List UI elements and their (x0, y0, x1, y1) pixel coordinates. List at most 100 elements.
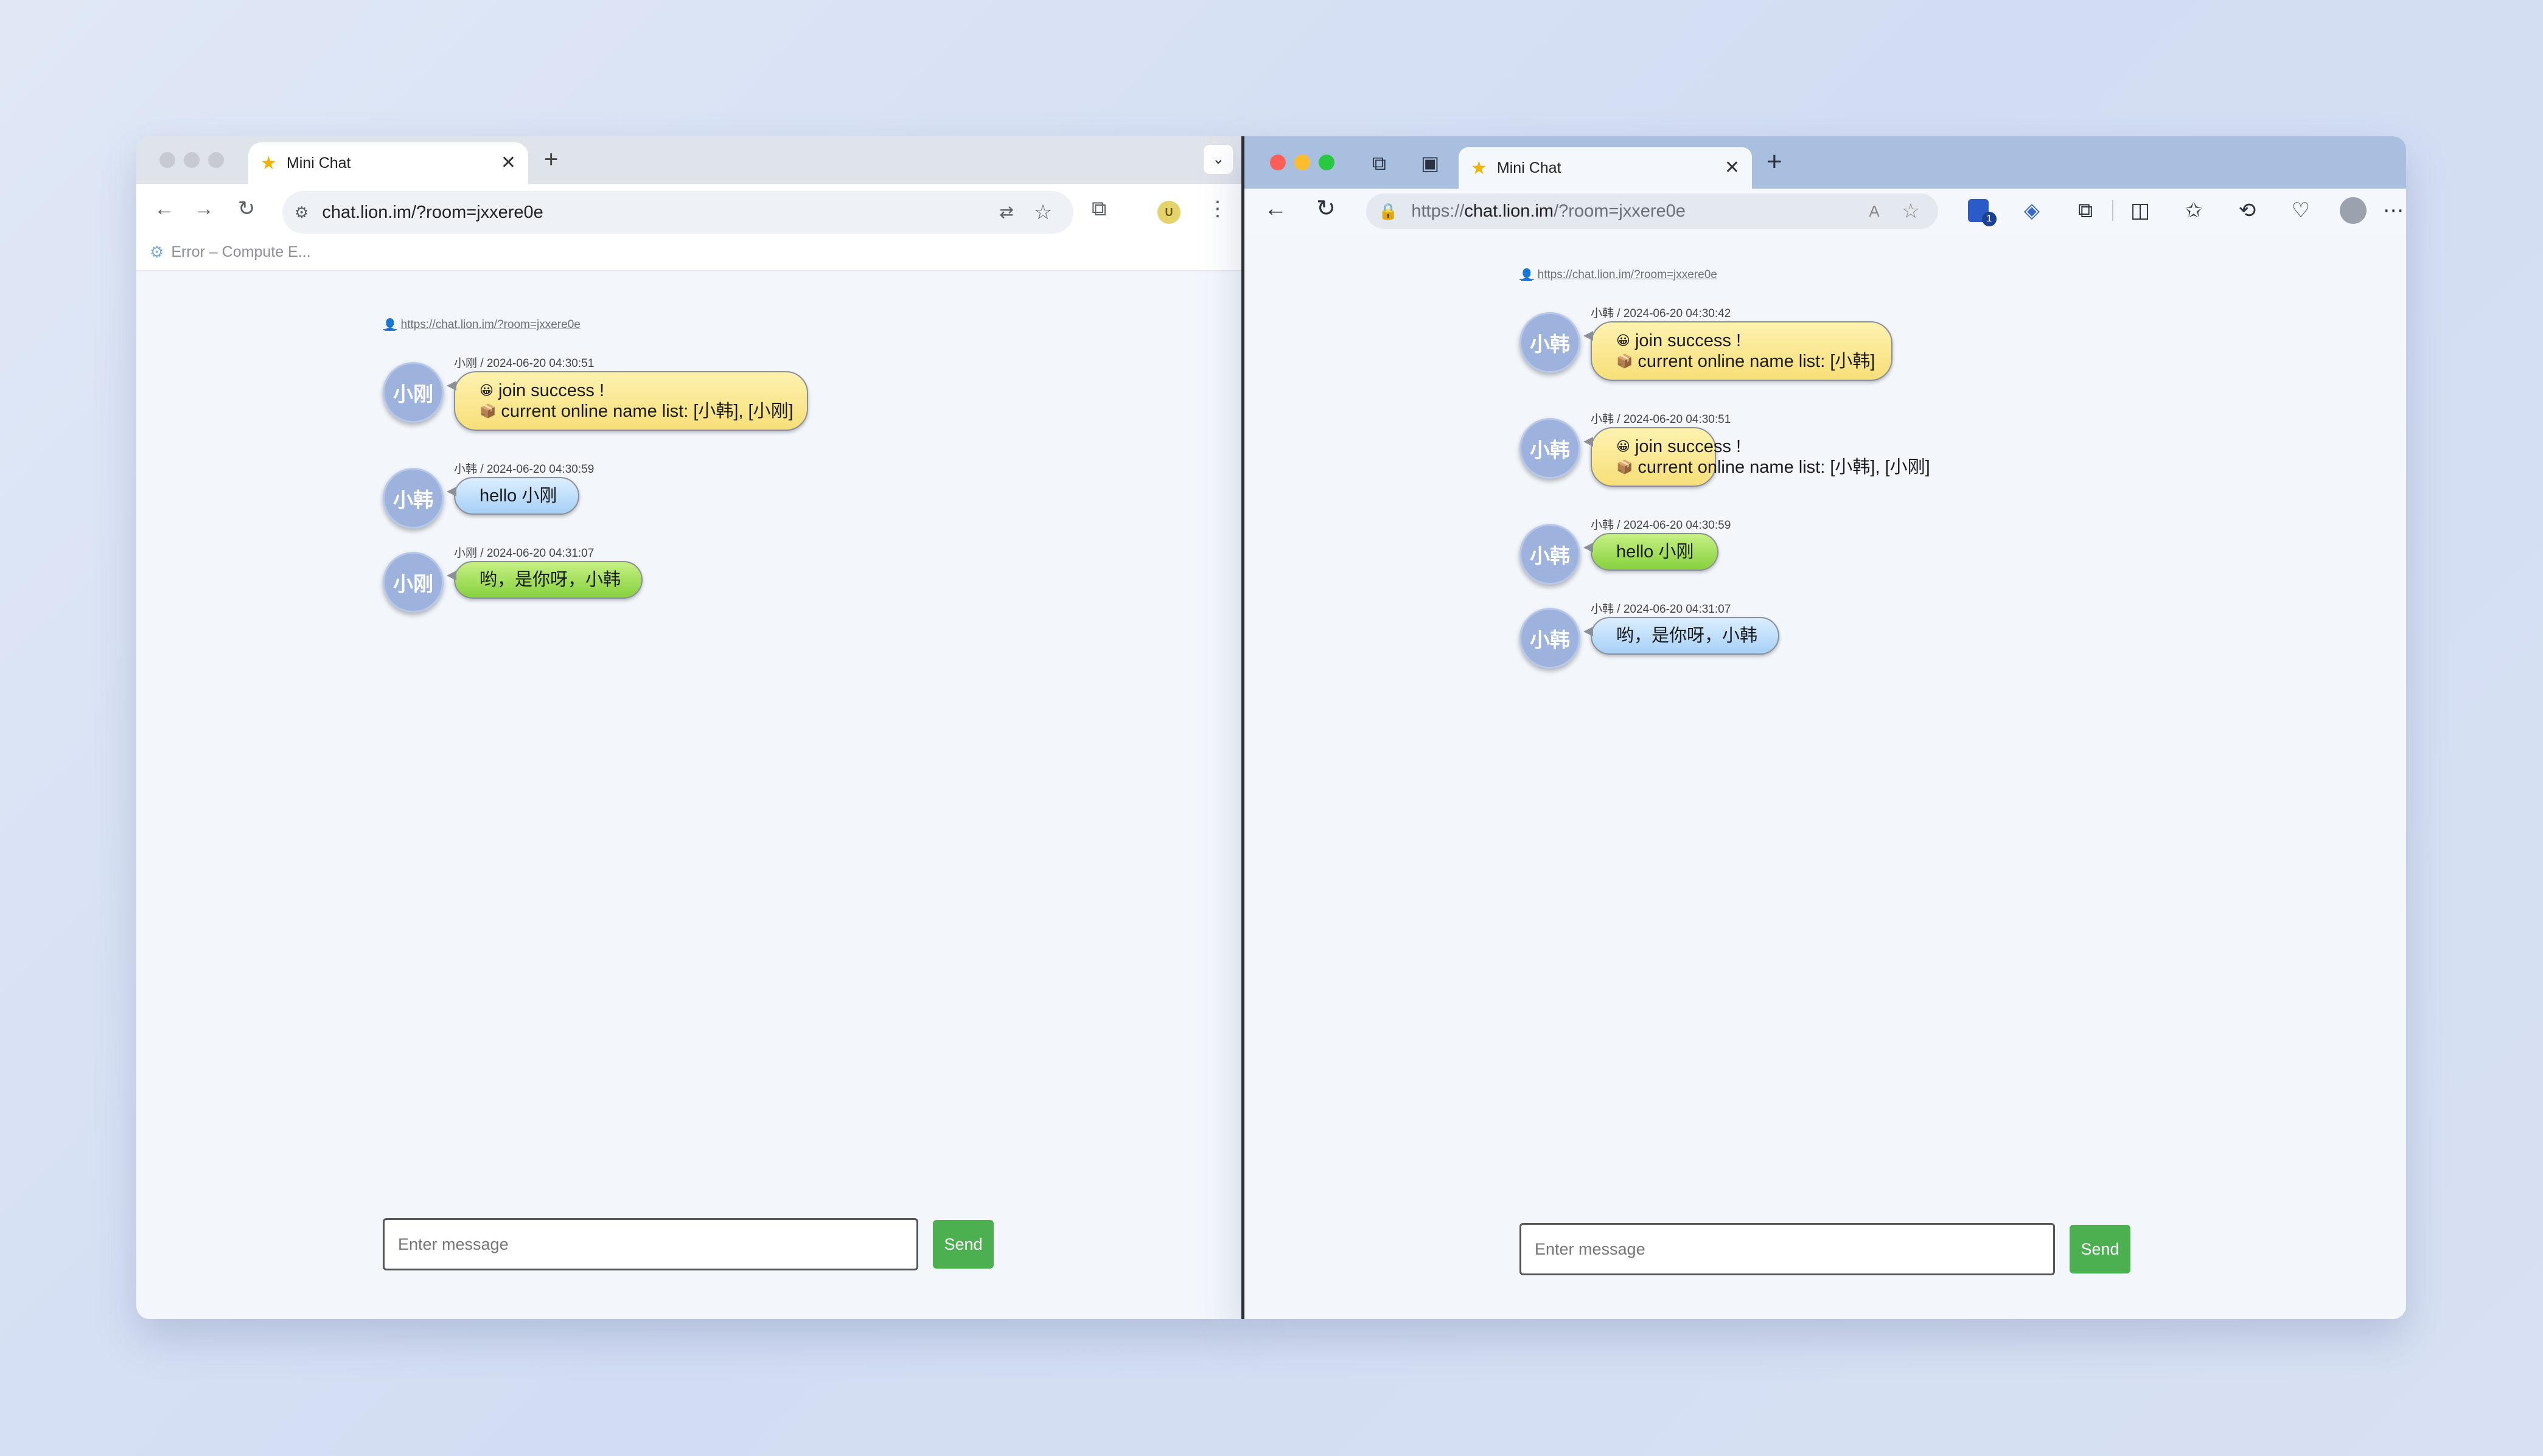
emoji-icon: 📦 (1616, 354, 1633, 369)
minimize-window-button[interactable] (1294, 155, 1310, 170)
performance-icon[interactable]: ♡ (2274, 200, 2328, 221)
message-item: 小韩 小韩 / 2024-06-20 04:30:59 hello 小刚 (1519, 516, 2067, 613)
message-bubble: 哟，是你呀，小韩 (1583, 617, 1779, 655)
message-item: 小刚 小刚 / 2024-06-20 04:30:51 😀 join success … (383, 354, 930, 451)
reload-icon[interactable]: ↻ (225, 198, 268, 219)
message-line: 📦 current online name list: [小韩], [小刚] (1616, 457, 1930, 478)
message-meta: 小韩 / 2024-06-20 04:30:42 (1591, 307, 1731, 320)
chat-panel: 👤 https://chat.lion.im/?room=jxxere0e 小刚… (383, 136, 994, 1319)
room-link[interactable]: 👤 https://chat.lion.im/?room=jxxere0e (1519, 268, 1717, 282)
avatar: 小韩 (1519, 418, 1580, 479)
message-line: 📦 current online name list: [小韩], [小刚] (480, 401, 794, 422)
message-meta: 小韩 / 2024-06-20 04:30:51 (1591, 413, 1731, 426)
star-favicon-icon: ★ (1471, 158, 1487, 178)
message-meta: 小韩 / 2024-06-20 04:30:59 (1591, 519, 1731, 532)
chrome-window: ★ Mini Chat ✕ + ⌄ ← → ↻ ⚙ chat.lion.im/?… (136, 136, 1241, 1319)
message-text: hello 小刚 (1616, 542, 1694, 562)
emoji-icon: 😀 (1616, 439, 1630, 454)
tab-search-button[interactable]: ⌄ (1204, 145, 1233, 174)
message-text: hello 小刚 (480, 486, 557, 506)
message-line: 哟，是你呀，小韩 (480, 570, 621, 590)
message-line: 😀 join success ! (1616, 330, 1867, 351)
message-meta: 小韩 / 2024-06-20 04:30:59 (454, 463, 595, 476)
window-controls (1270, 155, 1334, 170)
compose-bar: Send (1519, 1223, 2130, 1275)
avatar: 小韩 (383, 468, 444, 529)
translate-icon[interactable]: ⇄ (988, 204, 1025, 221)
chat-panel: 👤 https://chat.lion.im/?room=jxxere0e 小韩… (1519, 136, 2189, 1319)
message-text: current online name list: [小韩] (1638, 352, 1875, 371)
extensions-icon[interactable]: ⧉ (1092, 198, 1106, 219)
edge-window: ⧉ ▣ ★ Mini Chat ✕ + ← ↻ 🔒 https://chat.l… (1241, 136, 2406, 1319)
send-button[interactable]: Send (2070, 1225, 2130, 1273)
user-icon: 👤 (383, 319, 397, 332)
user-icon: 👤 (1519, 269, 1534, 282)
message-item: 小韩 小韩 / 2024-06-20 04:30:42 😀 join success … (1519, 304, 2067, 402)
emoji-icon: 📦 (480, 403, 497, 419)
gear-icon: ⚙ (150, 242, 164, 261)
message-line: 😀 join success ! (1616, 436, 1741, 457)
message-text: join success ! (1634, 437, 1742, 456)
message-line: hello 小刚 (480, 486, 557, 506)
emoji-icon: 😀 (480, 383, 494, 398)
menu-icon[interactable]: ⋮ (1207, 198, 1228, 219)
profile-avatar[interactable]: U (1157, 201, 1181, 224)
message-line: hello 小刚 (1616, 542, 1694, 562)
site-settings-icon[interactable]: ⚙ (295, 204, 309, 220)
close-window-button[interactable] (1270, 155, 1286, 170)
lock-icon: 🔒 (1378, 202, 1398, 220)
message-line: 哟，是你呀，小韩 (1616, 625, 1758, 646)
send-button[interactable]: Send (933, 1220, 994, 1269)
bookmark-item[interactable]: Error – Compute E... (171, 243, 310, 261)
message-text: current online name list: [小韩], [小刚] (501, 402, 794, 421)
message-line: 😀 join success ! (480, 380, 783, 401)
message-text: current online name list: [小韩], [小刚] (1638, 458, 1930, 477)
maximize-window-button[interactable] (1319, 155, 1334, 170)
compose-bar: Send (383, 1218, 994, 1270)
back-icon[interactable]: ← (146, 198, 183, 219)
close-window-button[interactable] (159, 152, 175, 168)
avatar: 小韩 (1519, 608, 1580, 669)
history-icon[interactable]: ⟲ (2220, 200, 2274, 221)
maximize-window-button[interactable] (208, 152, 224, 168)
room-link[interactable]: 👤 https://chat.lion.im/?room=jxxere0e (383, 318, 581, 332)
bookmark-star-icon[interactable]: ☆ (1025, 202, 1061, 223)
emoji-icon: 😀 (1616, 333, 1630, 348)
message-bubble: 😀 join success ! 📦 current online name list… (1583, 321, 1892, 381)
message-line: 📦 current online name list: [小韩] (1616, 351, 1875, 372)
message-text: 哟，是你呀，小韩 (480, 570, 621, 590)
message-input[interactable] (1519, 1223, 2055, 1275)
avatar: 小韩 (1519, 524, 1580, 585)
message-text: join success ! (498, 381, 605, 400)
emoji-icon: 📦 (1616, 459, 1633, 475)
message-text: 哟，是你呀，小韩 (1616, 626, 1758, 646)
vertical-tabs-icon[interactable]: ▣ (1421, 153, 1439, 173)
message-item: 小韩 小韩 / 2024-06-20 04:30:59 hello 小刚 (383, 460, 930, 557)
forward-icon[interactable]: → (183, 198, 225, 219)
message-bubble: hello 小刚 (1583, 533, 1718, 571)
avatar: 小刚 (383, 362, 444, 423)
profile-avatar[interactable] (2340, 197, 2367, 224)
message-text: join success ! (1634, 331, 1742, 350)
message-bubble: 哟，是你呀，小韩 (447, 561, 643, 599)
message-input[interactable] (383, 1218, 918, 1270)
message-item: 小韩 小韩 / 2024-06-20 04:30:51 😀 join success … (1519, 410, 2067, 507)
address-prefix: https:// (1411, 201, 1465, 221)
message-meta: 小刚 / 2024-06-20 04:30:51 (454, 357, 595, 370)
message-bubble: 😀 join success ! 📦 current online name list… (1583, 427, 1930, 487)
message-bubble: 😀 join success ! 📦 current online name list… (447, 371, 808, 431)
back-icon[interactable]: ← (1264, 197, 1287, 220)
avatar: 小刚 (383, 552, 444, 613)
message-bubble: hello 小刚 (447, 477, 579, 515)
star-favicon-icon: ★ (260, 153, 277, 173)
reload-icon[interactable]: ↻ (1316, 197, 1336, 220)
avatar: 小韩 (1519, 312, 1580, 373)
message-item: 小刚 小刚 / 2024-06-20 04:31:07 哟，是你呀，小韩 (383, 544, 930, 641)
minimize-window-button[interactable] (184, 152, 200, 168)
message-meta: 小刚 / 2024-06-20 04:31:07 (454, 547, 595, 560)
message-meta: 小韩 / 2024-06-20 04:31:07 (1591, 603, 1731, 616)
more-menu-icon[interactable]: ⋯ (2367, 200, 2406, 221)
window-controls (159, 152, 224, 168)
message-item: 小韩 小韩 / 2024-06-20 04:31:07 哟，是你呀，小韩 (1519, 600, 2067, 697)
workspaces-icon[interactable]: ⧉ (1372, 153, 1386, 173)
